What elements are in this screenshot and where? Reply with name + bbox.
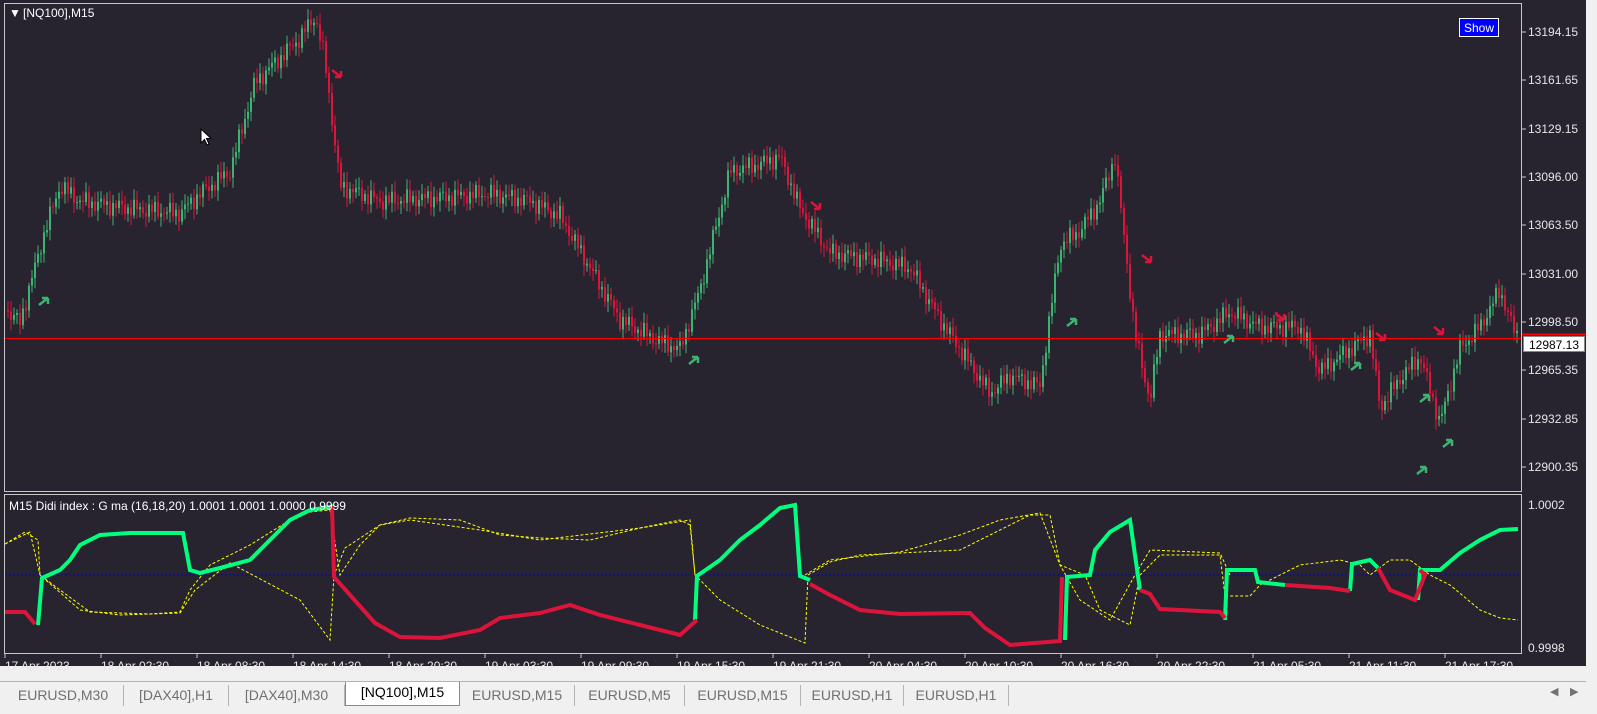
tab-chart[interactable]: EURUSD,M5 (575, 685, 685, 706)
chart-window[interactable]: ▼ [NQ100],M15 Show 13194.15 13161.65 13129… (0, 0, 1597, 673)
time-label: 21 Apr 05:30 (1253, 659, 1322, 673)
price-label: 13194.15 (1528, 25, 1579, 39)
time-label: 18 Apr 02:30 (101, 659, 170, 673)
show-button[interactable]: Show (1459, 18, 1499, 37)
chevron-right-icon[interactable]: ▶ (1570, 685, 1578, 698)
tab-chart[interactable]: EURUSD,M15 (460, 685, 575, 706)
time-label: 21 Apr 11:30 (1349, 659, 1417, 673)
price-label: 12998.50 (1528, 315, 1579, 329)
time-label: 18 Apr 08:30 (197, 659, 266, 673)
tab-chart[interactable]: EURUSD,H1 (904, 685, 1009, 706)
tab-chart[interactable]: [NQ100],M15 (345, 682, 460, 706)
price-label: 13063.50 (1528, 218, 1579, 232)
mouse-pointer-icon (200, 128, 213, 146)
price-label: 13096.00 (1528, 170, 1579, 184)
time-label: 20 Apr 10:30 (965, 659, 1034, 673)
price-label: 12932.85 (1528, 412, 1579, 426)
time-label: 20 Apr 22:30 (1157, 659, 1226, 673)
price-label: 12900.35 (1528, 460, 1579, 474)
time-label: 19 Apr 15:30 (677, 659, 746, 673)
time-label: 20 Apr 16:30 (1061, 659, 1130, 673)
time-label: 21 Apr 17:30 (1445, 659, 1514, 673)
tab-chart[interactable]: EURUSD,M30 (3, 685, 124, 706)
time-label: 19 Apr 09:30 (581, 659, 650, 673)
collapse-triangle-icon[interactable]: ▼ (9, 6, 21, 20)
window-edge-scrollbar[interactable] (1586, 0, 1597, 706)
tab-chart[interactable]: EURUSD,H1 (801, 685, 904, 706)
price-label: 13161.65 (1528, 73, 1579, 87)
indicator-axis-bottom: 0.9998 (1528, 641, 1565, 655)
chart-tab-bar: EURUSD,M30 [DAX40],H1 [DAX40],M30 [NQ100],M… (0, 681, 1597, 707)
tab-chart[interactable]: [DAX40],H1 (124, 685, 229, 706)
time-label: 20 Apr 04:30 (869, 659, 938, 673)
tab-chart[interactable]: EURUSD,M15 (685, 685, 801, 706)
time-label: 19 Apr 03:30 (485, 659, 554, 673)
price-label: 13129.15 (1528, 122, 1579, 136)
current-price-label: 12987.13 (1523, 336, 1585, 352)
price-label: 13031.00 (1528, 267, 1579, 281)
indicator-axis-top: 1.0002 (1528, 498, 1565, 512)
chevron-left-icon[interactable]: ◀ (1550, 685, 1558, 698)
time-label: 18 Apr 20:30 (389, 659, 458, 673)
chart-title: [NQ100],M15 (23, 6, 95, 20)
indicator-title: M15 Didi index : G ma (16,18,20) 1.0001 … (9, 499, 346, 513)
time-label: 17 Apr 2023 (5, 659, 70, 673)
tab-chart[interactable]: [DAX40],M30 (229, 685, 345, 706)
price-label: 12965.35 (1528, 363, 1579, 377)
didi-index-panel[interactable] (4, 494, 1522, 654)
time-label: 18 Apr 14:30 (293, 659, 362, 673)
time-label: 19 Apr 21:30 (773, 659, 842, 673)
main-price-panel[interactable] (4, 3, 1522, 492)
